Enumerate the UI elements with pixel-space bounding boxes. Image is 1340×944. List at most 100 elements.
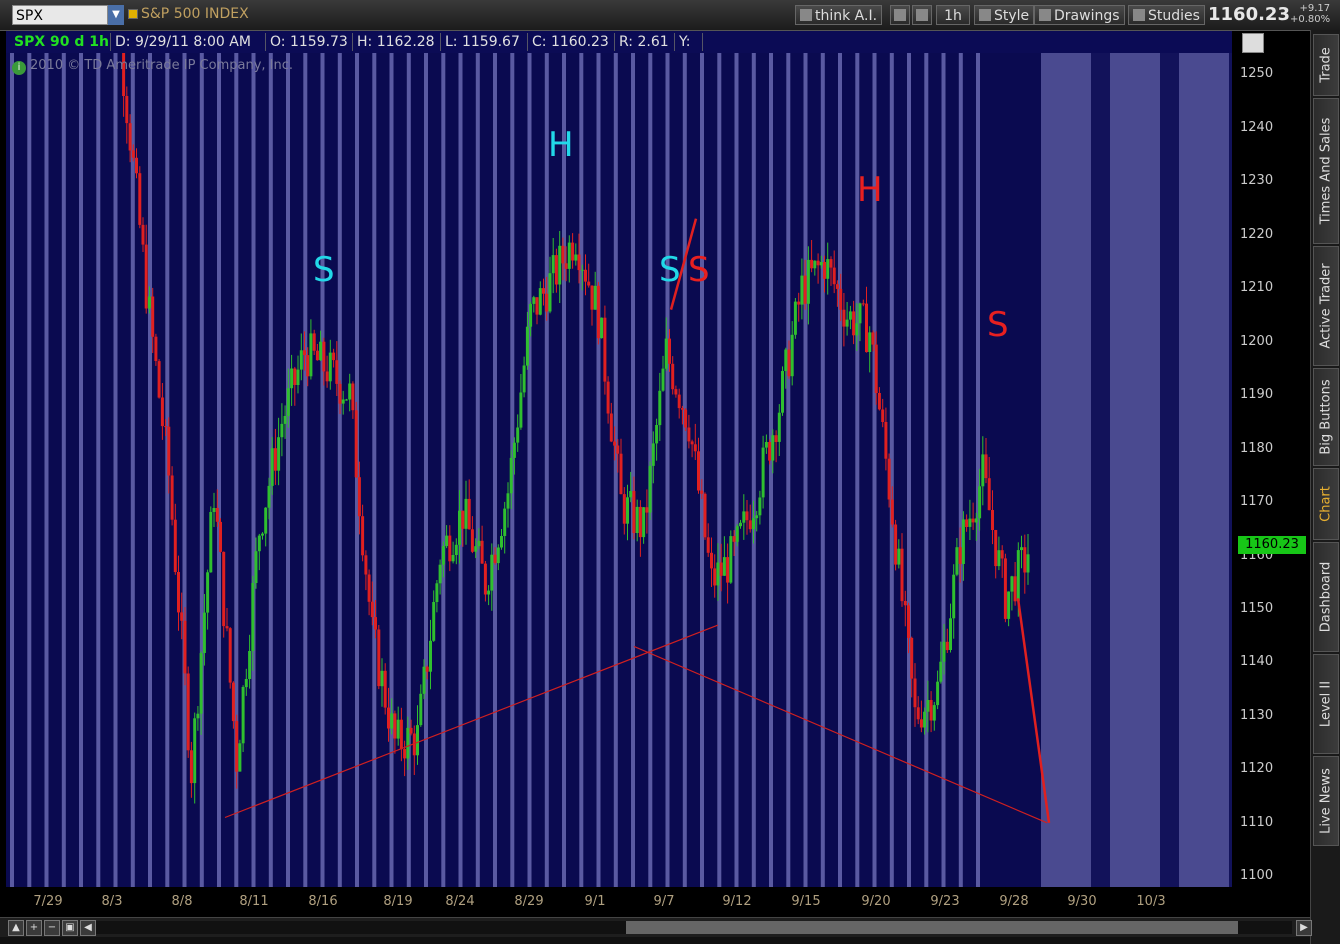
zoom-out-button[interactable]: − <box>44 920 60 936</box>
candle-body <box>480 540 484 564</box>
candle-body <box>829 259 833 268</box>
candle-body <box>574 254 578 261</box>
side-tab-trade[interactable]: Trade <box>1313 34 1339 96</box>
price-axis[interactable]: 1250 1240 1230 1220 1210 1200 1190 1180 1170 1160… <box>1232 53 1308 887</box>
info-icon[interactable]: i <box>12 61 26 75</box>
candle-body <box>157 361 161 398</box>
candle-body <box>138 173 142 225</box>
candle-body <box>403 749 407 759</box>
candle-body <box>887 458 891 500</box>
side-tab-label: Dashboard <box>1318 561 1334 633</box>
day-separator <box>820 53 825 887</box>
candle-body <box>784 349 788 371</box>
future-day-shade <box>1041 53 1091 887</box>
collapse-button[interactable]: ▲ <box>8 920 24 936</box>
candle-body <box>606 381 610 414</box>
candle-body <box>658 390 662 426</box>
index-name: S&P 500 INDEX <box>141 6 249 22</box>
candle-body <box>907 605 910 638</box>
zoom-button[interactable] <box>912 5 932 25</box>
side-tab-big-buttons[interactable]: Big Buttons <box>1313 368 1339 466</box>
time-axis[interactable]: 7/29 8/3 8/8 8/11 8/16 8/19 8/24 8/29 9/1 9/7 9/12… <box>6 887 1232 917</box>
timeframe-button[interactable]: 1h <box>936 5 970 25</box>
side-tab-times-and-sales[interactable]: Times And Sales <box>1313 98 1339 244</box>
candle-body <box>154 336 158 361</box>
candle-body <box>748 520 752 530</box>
candle-body <box>177 572 180 613</box>
pattern-label: S <box>987 305 1009 345</box>
think-ai-button[interactable]: think A.I. <box>795 5 883 25</box>
candle-body <box>542 288 545 294</box>
candle-body <box>396 719 400 739</box>
candle-body <box>929 700 933 721</box>
side-tab-level-ii[interactable]: Level II <box>1313 654 1339 754</box>
candle-body <box>923 711 927 728</box>
candle-body <box>151 296 155 337</box>
candle-body <box>399 719 403 750</box>
scroll-right-button[interactable]: ▶ <box>1296 920 1312 936</box>
candle-body <box>125 96 129 124</box>
style-button[interactable]: Style <box>974 5 1035 25</box>
candle-body <box>671 363 675 390</box>
scroll-thumb[interactable] <box>626 921 1238 934</box>
candle-body <box>341 399 345 404</box>
candle-body <box>338 383 342 404</box>
candle-body <box>170 475 174 520</box>
scroll-track[interactable] <box>96 921 1292 934</box>
side-tab-dashboard[interactable]: Dashboard <box>1313 542 1339 652</box>
crosshair-icon <box>894 9 906 21</box>
candle-body <box>454 544 458 555</box>
candle-body <box>1026 554 1030 573</box>
y-tick-label: 1200 <box>1240 333 1274 349</box>
symbol-input[interactable]: SPX <box>12 5 108 25</box>
chart-area[interactable] <box>6 53 1232 887</box>
candle-body <box>416 725 419 756</box>
fit-button[interactable]: ▣ <box>62 920 78 936</box>
candle-body <box>874 344 878 393</box>
day-separator <box>441 53 446 887</box>
x-tick-label: 8/29 <box>514 894 544 909</box>
crosshair-button[interactable] <box>890 5 910 25</box>
candle-body <box>231 682 235 722</box>
style-icon <box>979 9 991 21</box>
chart-settings-button[interactable] <box>1242 33 1264 53</box>
link-color-icon[interactable] <box>128 9 138 19</box>
pattern-label: H <box>857 170 883 210</box>
side-tab-chart[interactable]: Chart <box>1313 468 1339 540</box>
price-chart[interactable] <box>6 53 1232 887</box>
candle-body <box>971 518 975 523</box>
candle-body <box>961 519 965 564</box>
candle-body <box>768 442 772 461</box>
day-separator <box>424 53 428 887</box>
top-toolbar: SPX ▼ S&P 500 INDEX think A.I. 1h Style … <box>0 0 1340 31</box>
y-tick-label: 1210 <box>1240 280 1274 296</box>
drawings-button[interactable]: Drawings <box>1034 5 1125 25</box>
x-tick-label: 9/15 <box>791 894 821 909</box>
candle-body <box>183 620 187 674</box>
symbol-dropdown-button[interactable]: ▼ <box>108 5 124 25</box>
day-separator <box>665 53 670 887</box>
studies-button[interactable]: Studies <box>1128 5 1205 25</box>
zoom-in-button[interactable]: + <box>26 920 42 936</box>
candle-body <box>131 150 135 158</box>
candle-body <box>500 536 503 548</box>
side-tab-label: Times And Sales <box>1318 117 1334 225</box>
bar-close: C: 1160.23 <box>532 34 609 50</box>
day-separator <box>182 53 187 887</box>
chart-scrollbar[interactable]: ▲ + − ▣ ◀ ▶ <box>0 917 1312 938</box>
drawings-icon <box>1039 9 1051 21</box>
candle-body <box>710 552 713 569</box>
candle-body <box>732 536 736 542</box>
candle-body <box>793 301 797 335</box>
candle-body <box>958 547 962 564</box>
candle-body <box>800 275 804 305</box>
candle-body <box>645 507 649 513</box>
y-tick-label: 1110 <box>1240 814 1274 830</box>
scroll-left-button[interactable]: ◀ <box>80 920 96 936</box>
candle-body <box>577 254 581 271</box>
side-tab-live-news[interactable]: Live News <box>1313 756 1339 846</box>
change-abs: +9.17 <box>1299 3 1331 14</box>
candle-body <box>209 512 213 573</box>
side-tab-active-trader[interactable]: Active Trader <box>1313 246 1339 366</box>
candle-body <box>144 244 148 309</box>
